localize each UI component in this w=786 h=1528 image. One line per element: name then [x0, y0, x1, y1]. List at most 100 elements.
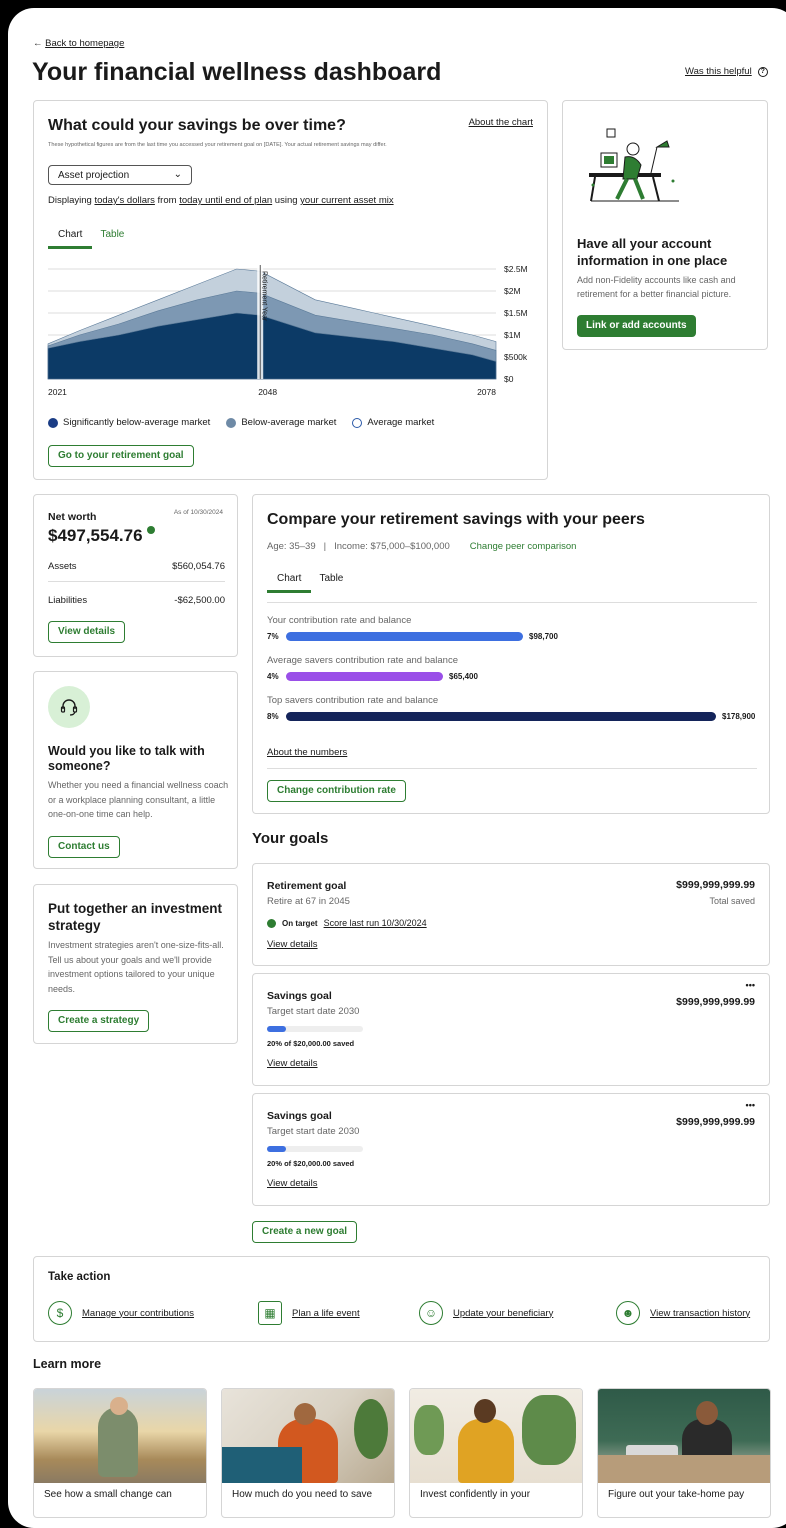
app-frame: ← Back to homepage Your financial wellne… — [8, 8, 786, 1528]
view-details-link[interactable]: View details — [267, 1058, 318, 1069]
x-tick-label: 2048 — [258, 387, 277, 397]
contribution-rate: 7% — [267, 632, 279, 641]
change-contribution-rate-button[interactable]: Change contribution rate — [267, 780, 406, 802]
talk-with-someone-card: Would you like to talk with someone? Whe… — [33, 671, 238, 869]
learn-more-article-card[interactable]: Figure out your take-home pay — [597, 1388, 771, 1518]
x-tick-label: 2078 — [477, 387, 496, 397]
divider — [267, 768, 757, 769]
change-peer-comparison-link[interactable]: Change peer comparison — [470, 541, 577, 552]
link-or-add-accounts-button[interactable]: Link or add accounts — [577, 315, 696, 337]
goal-amount: $999,999,999.99 — [676, 1116, 755, 1128]
projection-type-dropdown[interactable]: Asset projection ⌄ — [48, 165, 192, 185]
was-this-helpful-link[interactable]: Was this helpful ? — [685, 66, 768, 77]
action-plan-life-event[interactable]: ▦ Plan a life event — [258, 1301, 360, 1325]
peer-row-label: Top savers contribution rate and balance — [267, 695, 439, 706]
y-tick-label: $2.5M — [504, 264, 528, 274]
article-image — [222, 1389, 394, 1483]
y-tick-label: $1.5M — [504, 308, 528, 318]
disclaimer-text: These hypothetical figures are from the … — [48, 142, 387, 148]
learn-more-article-card[interactable]: See how a small change can — [33, 1388, 207, 1518]
action-view-transaction-history[interactable]: ☻ View transaction history — [616, 1301, 750, 1325]
chevron-down-icon: ⌄ — [173, 169, 182, 180]
tab-table[interactable]: Table — [100, 229, 124, 249]
net-worth-value: $497,554.76 — [48, 526, 156, 546]
legend-item-significantly-below: Significantly below-average market — [48, 417, 210, 428]
peer-row: Your contribution rate and balance 7% $98,… — [267, 615, 757, 641]
take-action-heading: Take action — [48, 1271, 111, 1283]
learn-more-article-card[interactable]: How much do you need to save — [221, 1388, 395, 1518]
peer-criteria: Age: 35–39 | Income: $75,000–$100,000 Ch… — [267, 541, 577, 552]
contribution-rate: 4% — [267, 672, 279, 681]
article-caption: Invest confidently in your — [420, 1489, 531, 1500]
goal-title: Savings goal — [267, 1110, 332, 1122]
card-body: Investment strategies aren't one-size-fi… — [48, 940, 224, 994]
contribution-rate: 8% — [267, 712, 279, 721]
piggy-bank-icon: $ — [48, 1301, 72, 1325]
create-new-goal-button[interactable]: Create a new goal — [252, 1221, 358, 1243]
net-worth-card: Net worth As of 10/30/2024 $497,554.76 A… — [33, 494, 238, 657]
info-icon[interactable] — [147, 526, 156, 534]
balance-value: $65,400 — [449, 672, 478, 681]
go-to-retirement-goal-button[interactable]: Go to your retirement goal — [48, 445, 194, 467]
score-last-run-link[interactable]: Score last run 10/30/2024 — [324, 918, 427, 928]
view-details-button[interactable]: View details — [48, 621, 126, 643]
legend-swatch — [352, 417, 363, 428]
legend-swatch — [48, 417, 58, 428]
goal-subtitle: Target start date 2030 — [267, 1126, 360, 1137]
arrow-left-icon: ← — [33, 38, 43, 49]
divider — [48, 581, 225, 582]
learn-more-article-card[interactable]: Invest confidently in your — [409, 1388, 583, 1518]
card-body: Add non-Fidelity accounts like cash and … — [577, 275, 736, 299]
peer-bar — [286, 672, 443, 681]
calendar-icon: ▦ — [258, 1301, 282, 1325]
y-tick-label: $1M — [504, 330, 521, 340]
assets-row: Assets $560,054.76 — [48, 561, 225, 572]
chart-table-tabs: Chart Table — [266, 573, 343, 593]
person-icon: ☺ — [419, 1301, 443, 1325]
help-circle-icon: ? — [757, 66, 768, 77]
goal-subtitle: Retire at 67 in 2045 — [267, 896, 350, 907]
card-title: Would you like to talk with someone? — [48, 744, 205, 773]
more-options-icon[interactable]: ••• — [746, 980, 755, 990]
status-dot-icon — [267, 918, 276, 928]
article-caption: How much do you need to save — [232, 1489, 373, 1500]
learn-more-heading: Learn more — [33, 1357, 102, 1371]
peer-row: Top savers contribution rate and balance… — [267, 695, 757, 721]
retirement-goal-card: Retirement goal Retire at 67 in 2045 $99… — [252, 863, 770, 966]
about-the-numbers-link[interactable]: About the numbers — [267, 747, 347, 758]
page-title: Your financial wellness dashboard — [32, 58, 442, 86]
net-worth-label: Net worth — [48, 511, 97, 523]
goals-heading: Your goals — [252, 830, 329, 847]
back-to-homepage-link[interactable]: ← Back to homepage — [33, 38, 124, 49]
goal-progress-bar — [267, 1146, 363, 1152]
todays-dollars-link[interactable]: today's dollars — [94, 195, 154, 206]
create-a-strategy-button[interactable]: Create a strategy — [48, 1010, 150, 1032]
chart-legend: Significantly below-average market Below… — [48, 417, 434, 428]
card-title: What could your savings be over time? — [48, 117, 346, 134]
asset-mix-link[interactable]: your current asset mix — [300, 195, 393, 206]
balance-value: $98,700 — [529, 632, 558, 641]
view-details-link[interactable]: View details — [267, 939, 318, 950]
action-manage-contributions[interactable]: $ Manage your contributions — [48, 1301, 194, 1325]
action-update-beneficiary[interactable]: ☺ Update your beneficiary — [419, 1301, 553, 1325]
article-image — [598, 1389, 770, 1483]
card-body: Whether you need a financial wellness co… — [48, 780, 229, 819]
goal-progress-text: 20% of $20,000.00 saved — [267, 1039, 355, 1048]
tab-chart[interactable]: Chart — [47, 229, 94, 249]
legend-swatch — [226, 417, 237, 428]
goal-progress-bar — [267, 1026, 363, 1032]
period-link[interactable]: today until end of plan — [179, 195, 272, 206]
more-options-icon[interactable]: ••• — [746, 1100, 755, 1110]
goal-amount: $999,999,999.99 — [676, 996, 755, 1008]
view-details-link[interactable]: View details — [267, 1178, 318, 1189]
peer-row-label: Your contribution rate and balance — [267, 615, 412, 626]
peer-bar — [286, 712, 716, 721]
legend-item-average: Average market — [352, 417, 434, 428]
tab-table[interactable]: Table — [319, 573, 343, 593]
contact-us-button[interactable]: Contact us — [48, 836, 120, 858]
chart-table-tabs: Chart Table — [47, 229, 124, 249]
savings-projection-card: What could your savings be over time? Ab… — [33, 100, 548, 480]
about-the-chart-link[interactable]: About the chart — [469, 117, 533, 128]
tab-chart[interactable]: Chart — [266, 573, 313, 593]
y-tick-label: $2M — [504, 286, 521, 296]
